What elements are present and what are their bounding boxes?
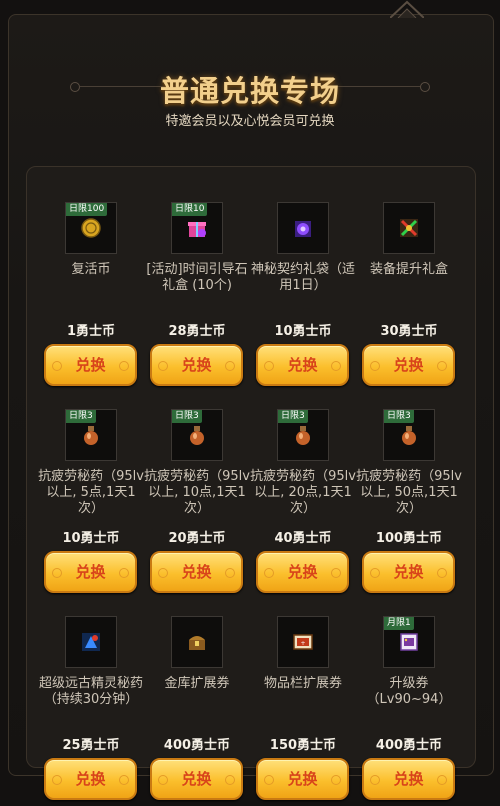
item-icon-slot[interactable]: 日限3 — [383, 409, 435, 461]
blue-elixir-icon — [82, 633, 100, 651]
item-price: 1勇士币 — [66, 324, 116, 339]
potion-icon — [402, 426, 416, 445]
item-icon-slot[interactable]: 日限3 — [277, 409, 329, 461]
item-icon-slot[interactable]: 日限100 — [65, 202, 117, 254]
item-card: 神秘契约礼袋（适用1日） 10勇士币兑换 — [250, 202, 356, 392]
item-price: 100勇士币 — [375, 531, 443, 546]
svg-text:+: + — [300, 640, 305, 647]
purchase-limit-badge: 日限3 — [66, 410, 96, 423]
exchange-button[interactable]: 兑换 — [44, 758, 137, 800]
item-name: 抗疲劳秘药（95lv以上, 5点,1天1次） — [38, 469, 144, 516]
page-title: 普通兑换专场 — [159, 74, 340, 108]
item-name: 神秘契约礼袋（适用1日） — [250, 262, 355, 293]
purchase-limit-badge: 日限3 — [278, 410, 308, 423]
item-price: 25勇士币 — [62, 738, 120, 753]
item-icon-slot[interactable] — [383, 202, 435, 254]
exchange-button[interactable]: 兑换 — [256, 344, 349, 386]
item-card: 月限1 升级券（Lv90~94） 400勇士币兑换 — [356, 616, 462, 806]
level-up-ticket-icon — [400, 633, 418, 651]
purchase-limit-badge: 月限1 — [384, 617, 414, 630]
item-icon-slot[interactable] — [277, 202, 329, 254]
exchange-button[interactable]: 兑换 — [44, 344, 137, 386]
item-price: 20勇士币 — [168, 531, 226, 546]
item-price: 400勇士币 — [163, 738, 231, 753]
item-card: 日限3 抗疲劳秘药（95lv以上, 50点,1天1次） 100勇士币兑换 — [356, 409, 462, 599]
item-card: 金库扩展券 400勇士币兑换 — [144, 616, 250, 806]
equipment-box-icon — [400, 219, 418, 237]
item-name: 抗疲劳秘药（95lv以上, 50点,1天1次） — [356, 469, 462, 516]
treasure-chest-icon — [189, 636, 205, 650]
gift-box-icon — [188, 222, 206, 237]
gold-coin-icon — [81, 218, 101, 238]
item-name: 升级券（Lv90~94） — [366, 676, 452, 707]
purple-bag-icon — [295, 221, 311, 237]
purchase-limit-badge: 日限3 — [384, 410, 414, 423]
item-price: 10勇士币 — [274, 324, 332, 339]
item-name: 金库扩展券 — [164, 676, 230, 691]
item-icon-slot[interactable]: 日限3 — [171, 409, 223, 461]
potion-icon — [296, 426, 310, 445]
item-card: 日限3 抗疲劳秘药（95lv以上, 5点,1天1次） 10勇士币兑换 — [38, 409, 144, 599]
inventory-ticket-icon: + — [293, 634, 313, 650]
purchase-limit-badge: 日限10 — [172, 203, 208, 216]
item-card: 日限3 抗疲劳秘药（95lv以上, 20点,1天1次） 40勇士币兑换 — [250, 409, 356, 599]
item-icon-slot[interactable]: 月限1 — [383, 616, 435, 668]
item-card: 日限10 [活动]时间引导石礼盒 (10个) 28勇士币兑换 — [144, 202, 250, 392]
item-name: 装备提升礼盒 — [369, 262, 448, 277]
item-name: 物品栏扩展券 — [263, 676, 342, 691]
item-card: 超级远古精灵秘药（持续30分钟） 25勇士币兑换 — [38, 616, 144, 806]
item-icon-slot[interactable] — [171, 616, 223, 668]
exchange-button[interactable]: 兑换 — [256, 758, 349, 800]
purchase-limit-badge: 日限100 — [66, 203, 108, 216]
item-name: [活动]时间引导石礼盒 (10个) — [146, 262, 248, 293]
potion-icon — [84, 426, 98, 445]
page-subtitle: 特邀会员以及心悦会员可兑换 — [165, 114, 335, 129]
top-ornament-icon — [390, 0, 424, 18]
purchase-limit-badge: 日限3 — [172, 410, 202, 423]
item-price: 28勇士币 — [168, 324, 226, 339]
item-card: 日限100 复活币 1勇士币兑换 — [38, 202, 144, 392]
item-icon-slot[interactable]: + — [277, 616, 329, 668]
item-icon-slot[interactable]: 日限10 — [171, 202, 223, 254]
exchange-button[interactable]: 兑换 — [150, 758, 243, 800]
exchange-button[interactable]: 兑换 — [256, 551, 349, 593]
exchange-button[interactable]: 兑换 — [150, 344, 243, 386]
item-price: 150勇士币 — [269, 738, 337, 753]
item-price: 10勇士币 — [62, 531, 120, 546]
item-name: 抗疲劳秘药（95lv以上, 20点,1天1次） — [250, 469, 356, 516]
item-name: 复活币 — [71, 262, 111, 277]
item-price: 400勇士币 — [375, 738, 443, 753]
item-name: 抗疲劳秘药（95lv以上, 10点,1天1次） — [144, 469, 250, 516]
item-card: 装备提升礼盒 30勇士币兑换 — [356, 202, 462, 392]
exchange-button[interactable]: 兑换 — [362, 551, 455, 593]
exchange-button[interactable]: 兑换 — [362, 758, 455, 800]
potion-icon — [190, 426, 204, 445]
exchange-button[interactable]: 兑换 — [362, 344, 455, 386]
item-card: + 物品栏扩展券 150勇士币兑换 — [250, 616, 356, 806]
item-price: 30勇士币 — [380, 324, 438, 339]
item-name: 超级远古精灵秘药（持续30分钟） — [38, 676, 143, 707]
exchange-button[interactable]: 兑换 — [150, 551, 243, 593]
item-card: 日限3 抗疲劳秘药（95lv以上, 10点,1天1次） 20勇士币兑换 — [144, 409, 250, 599]
item-icon-slot[interactable]: 日限3 — [65, 409, 117, 461]
exchange-button[interactable]: 兑换 — [44, 551, 137, 593]
item-price: 40勇士币 — [274, 531, 332, 546]
item-icon-slot[interactable] — [65, 616, 117, 668]
